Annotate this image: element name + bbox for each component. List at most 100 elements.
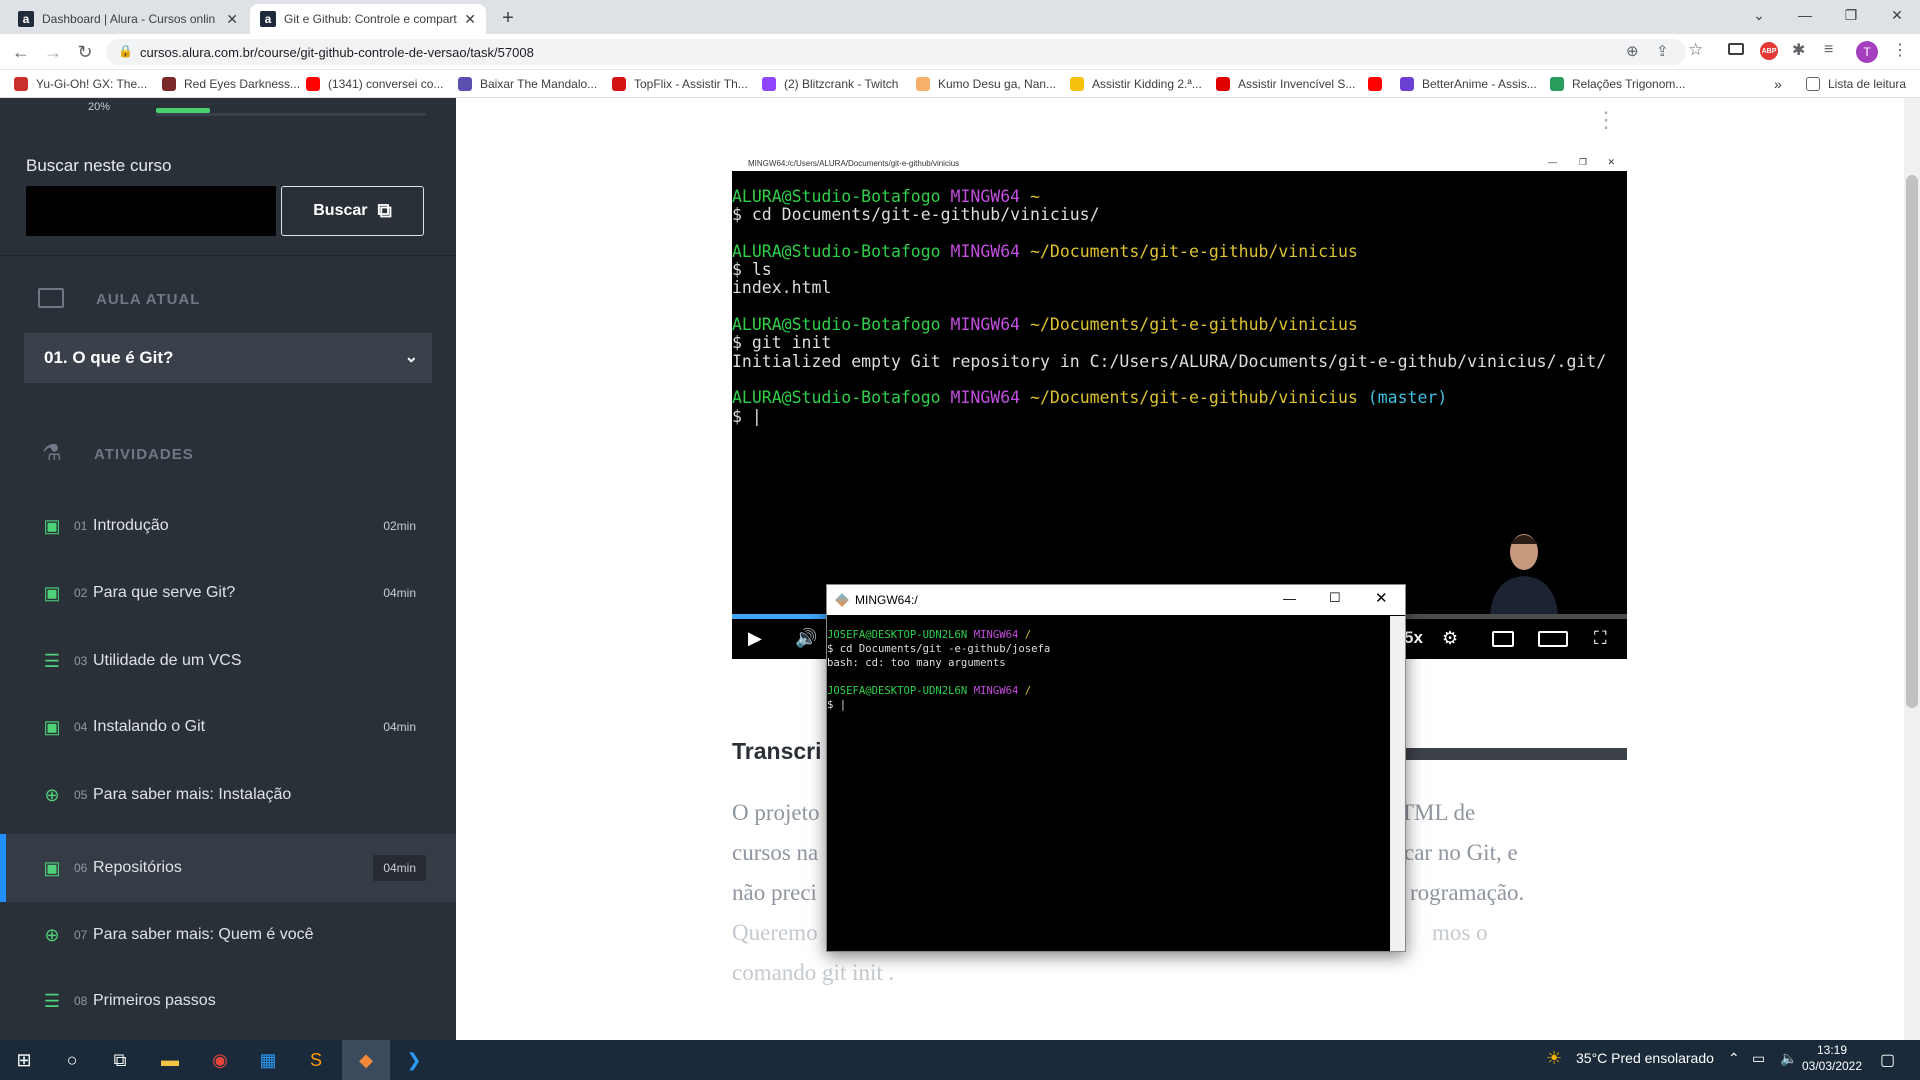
chevron-down-icon: ⌄ [404,349,418,366]
bookmark-item[interactable]: Red Eyes Darkness... [162,75,300,93]
sublime-icon[interactable]: S [292,1040,340,1080]
bookmark-item[interactable]: Assistir Invencível S... [1216,75,1355,93]
bookmark-item[interactable]: TopFlix - Assistir Th... [612,75,748,93]
bookmark-item[interactable]: Assistir Kidding 2.ª... [1070,75,1202,93]
share-icon[interactable]: ⇪ [1656,42,1669,60]
reading-list-icon [1806,77,1820,91]
activity-item-05[interactable]: ⊕ 05 Para saber mais: Instalação [0,764,456,826]
chrome-icon[interactable]: ◉ [196,1040,244,1080]
network-icon[interactable]: ▭ [1752,1050,1765,1067]
activity-item-04[interactable]: ▣ 04 Instalando o Git 04min [0,696,456,758]
speed-label[interactable]: 5x [1404,628,1423,648]
maximize-icon[interactable]: ☐ [1329,590,1341,606]
windows-start-icon[interactable]: ⊞ [0,1040,48,1080]
more-bookmarks-button[interactable]: » [1774,75,1782,93]
mingw-title-bar[interactable]: MINGW64:/ — ☐ ✕ [827,585,1405,615]
adblock-icon[interactable]: ABP [1760,42,1778,60]
clock[interactable]: 13:19 03/03/2022 [1800,1043,1864,1073]
restore-icon[interactable]: ❐ [1828,0,1874,30]
video-terminal-line: Initialized empty Git repository in C:/U… [732,352,1612,371]
close-tab-icon[interactable]: ✕ [464,11,476,28]
volume-icon[interactable]: 🔊 [795,628,817,649]
activity-item-01[interactable]: ▣ 01 Introdução 02min [0,495,456,557]
video-terminal-title: MINGW64:/c/Users/ALURA/Documents/git-e-g… [732,155,1627,171]
mingw-scrollbar[interactable] [1390,616,1405,951]
bookmark-star-icon[interactable]: ☆ [1688,40,1703,60]
minimize-icon[interactable]: — [1283,591,1296,606]
mingw-terminal-output[interactable]: JOSEFA@DESKTOP-UDN2L6N MINGW64 / $ cd Doc… [827,628,1387,712]
bookmark-item[interactable]: Kumo Desu ga, Nan... [916,75,1056,93]
zoom-icon[interactable]: ⊕ [1626,42,1639,60]
bookmark-item[interactable]: (1341) conversei co... [306,75,443,93]
weather-sun-icon: ☀ [1546,1048,1563,1068]
tab-search-icon[interactable]: ⌄ [1736,0,1782,30]
profile-avatar[interactable]: T [1856,41,1878,63]
back-icon[interactable]: ← [10,41,32,63]
task-view-icon[interactable]: ⧉ [96,1040,144,1080]
transcript-text: comando git init . [732,960,895,985]
tab-dashboard[interactable]: a Dashboard | Alura - Cursos onlin ✕ [8,4,248,34]
video-terminal-line: $ | [732,407,1612,426]
file-explorer-icon[interactable]: ▬ [146,1040,194,1080]
search-circle-icon[interactable]: ○ [48,1040,96,1080]
search-button[interactable]: Buscar ⧉ [281,186,424,236]
plus-circle-icon: ⊕ [44,924,60,945]
settings-gear-icon[interactable]: ⚙ [1442,628,1458,649]
new-tab-button[interactable]: + [494,4,522,32]
close-tab-icon[interactable]: ✕ [226,11,238,28]
bookmark-item[interactable]: BetterAnime - Assis... [1400,75,1537,93]
activity-item-07[interactable]: ⊕ 07 Para saber mais: Quem é você [0,904,456,966]
video-terminal-output: ALURA@Studio-Botafogo MINGW64 ~ $ cd Docu… [732,187,1612,426]
bookmark-item[interactable]: (2) Blitzcrank - Twitch [762,75,898,93]
video-terminal-title-text: MINGW64:/c/Users/ALURA/Documents/git-e-g… [748,158,960,168]
theater-mode-icon[interactable] [1538,631,1568,647]
video-terminal-segment: ~/Documents/git-e-github/vinicius [1030,241,1358,261]
video-terminal-segment: MINGW64 [950,315,1031,335]
url-field[interactable]: 🔒 cursos.alura.com.br/course/git-github-… [106,39,1686,65]
current-lesson-dropdown[interactable]: 01. O que é Git? ⌄ [24,333,432,383]
reading-list-label: Lista de leitura [1828,77,1907,91]
play-icon[interactable]: ▶ [748,628,762,649]
speaker-icon[interactable]: 🔈 [1780,1050,1797,1067]
vscode-icon[interactable]: ❯ [390,1040,438,1080]
store-icon[interactable]: ▦ [244,1040,292,1080]
forward-icon[interactable]: → [42,41,64,63]
tab-git-github[interactable]: a Git e Github: Controle e compart ✕ [250,4,486,34]
bookmark-item[interactable]: Yu-Gi-Oh! GX: The... [14,75,147,93]
fullscreen-icon[interactable]: ⛶ [1594,628,1607,649]
activity-item-06[interactable]: ▣ 06 Repositórios 04min [0,834,456,902]
mingw-terminal-segment: $ cd Documents/git -e-github/josefa [827,643,1051,655]
close-window-icon[interactable]: ✕ [1874,0,1920,30]
cast-icon[interactable] [1728,43,1744,55]
reading-list-button[interactable]: Lista de leitura [1806,75,1906,93]
git-bash-taskbar-icon[interactable]: ◆ [342,1040,390,1080]
alura-favicon-icon: a [260,11,276,27]
weather-text[interactable]: 35°C Pred ensolarado [1576,1050,1714,1066]
activity-item-03[interactable]: ☰ 03 Utilidade de um VCS [0,630,456,692]
extensions-icon[interactable]: ✱ [1792,40,1805,60]
bookmark-favicon-icon [916,77,930,91]
reload-icon[interactable]: ↻ [74,41,96,63]
activity-item-08[interactable]: ☰ 08 Primeiros passos [0,970,456,1032]
miniplayer-icon[interactable] [1492,631,1514,647]
bookmark-item[interactable]: Baixar The Mandalo... [458,75,597,93]
video-terminal-segment: ALURA@Studio-Botafogo [732,187,951,206]
video-terminal-line: ALURA@Studio-Botafogo MINGW64 ~ [732,187,1612,206]
activity-item-02[interactable]: ▣ 02 Para que serve Git? 04min [0,562,456,624]
tray-chevron-icon[interactable]: ⌃ [1728,1050,1740,1067]
media-queue-icon[interactable]: ≡ [1824,41,1833,59]
bookmark-item[interactable] [1368,75,1390,93]
options-kebab-icon[interactable]: ⋮ [1594,100,1618,140]
page-scrollbar-thumb[interactable] [1906,175,1918,708]
video-terminal-segment: ~/Documents/git-e-github/vinicius [1030,315,1358,335]
notifications-icon[interactable]: ▢ [1880,1050,1895,1070]
search-course-input[interactable] [26,186,276,236]
menu-kebab-icon[interactable]: ⋮ [1892,40,1908,60]
bookmark-label: BetterAnime - Assis... [1422,77,1537,91]
minimize-icon[interactable]: — [1782,0,1828,30]
bookmark-label: Assistir Invencível S... [1238,77,1356,91]
bookmark-item[interactable]: Relações Trigonom... [1550,75,1685,93]
mingw-terminal-line: JOSEFA@DESKTOP-UDN2L6N MINGW64 / [827,684,1387,698]
close-icon[interactable]: ✕ [1375,589,1388,607]
video-terminal-segment: (master) [1357,388,1448,408]
